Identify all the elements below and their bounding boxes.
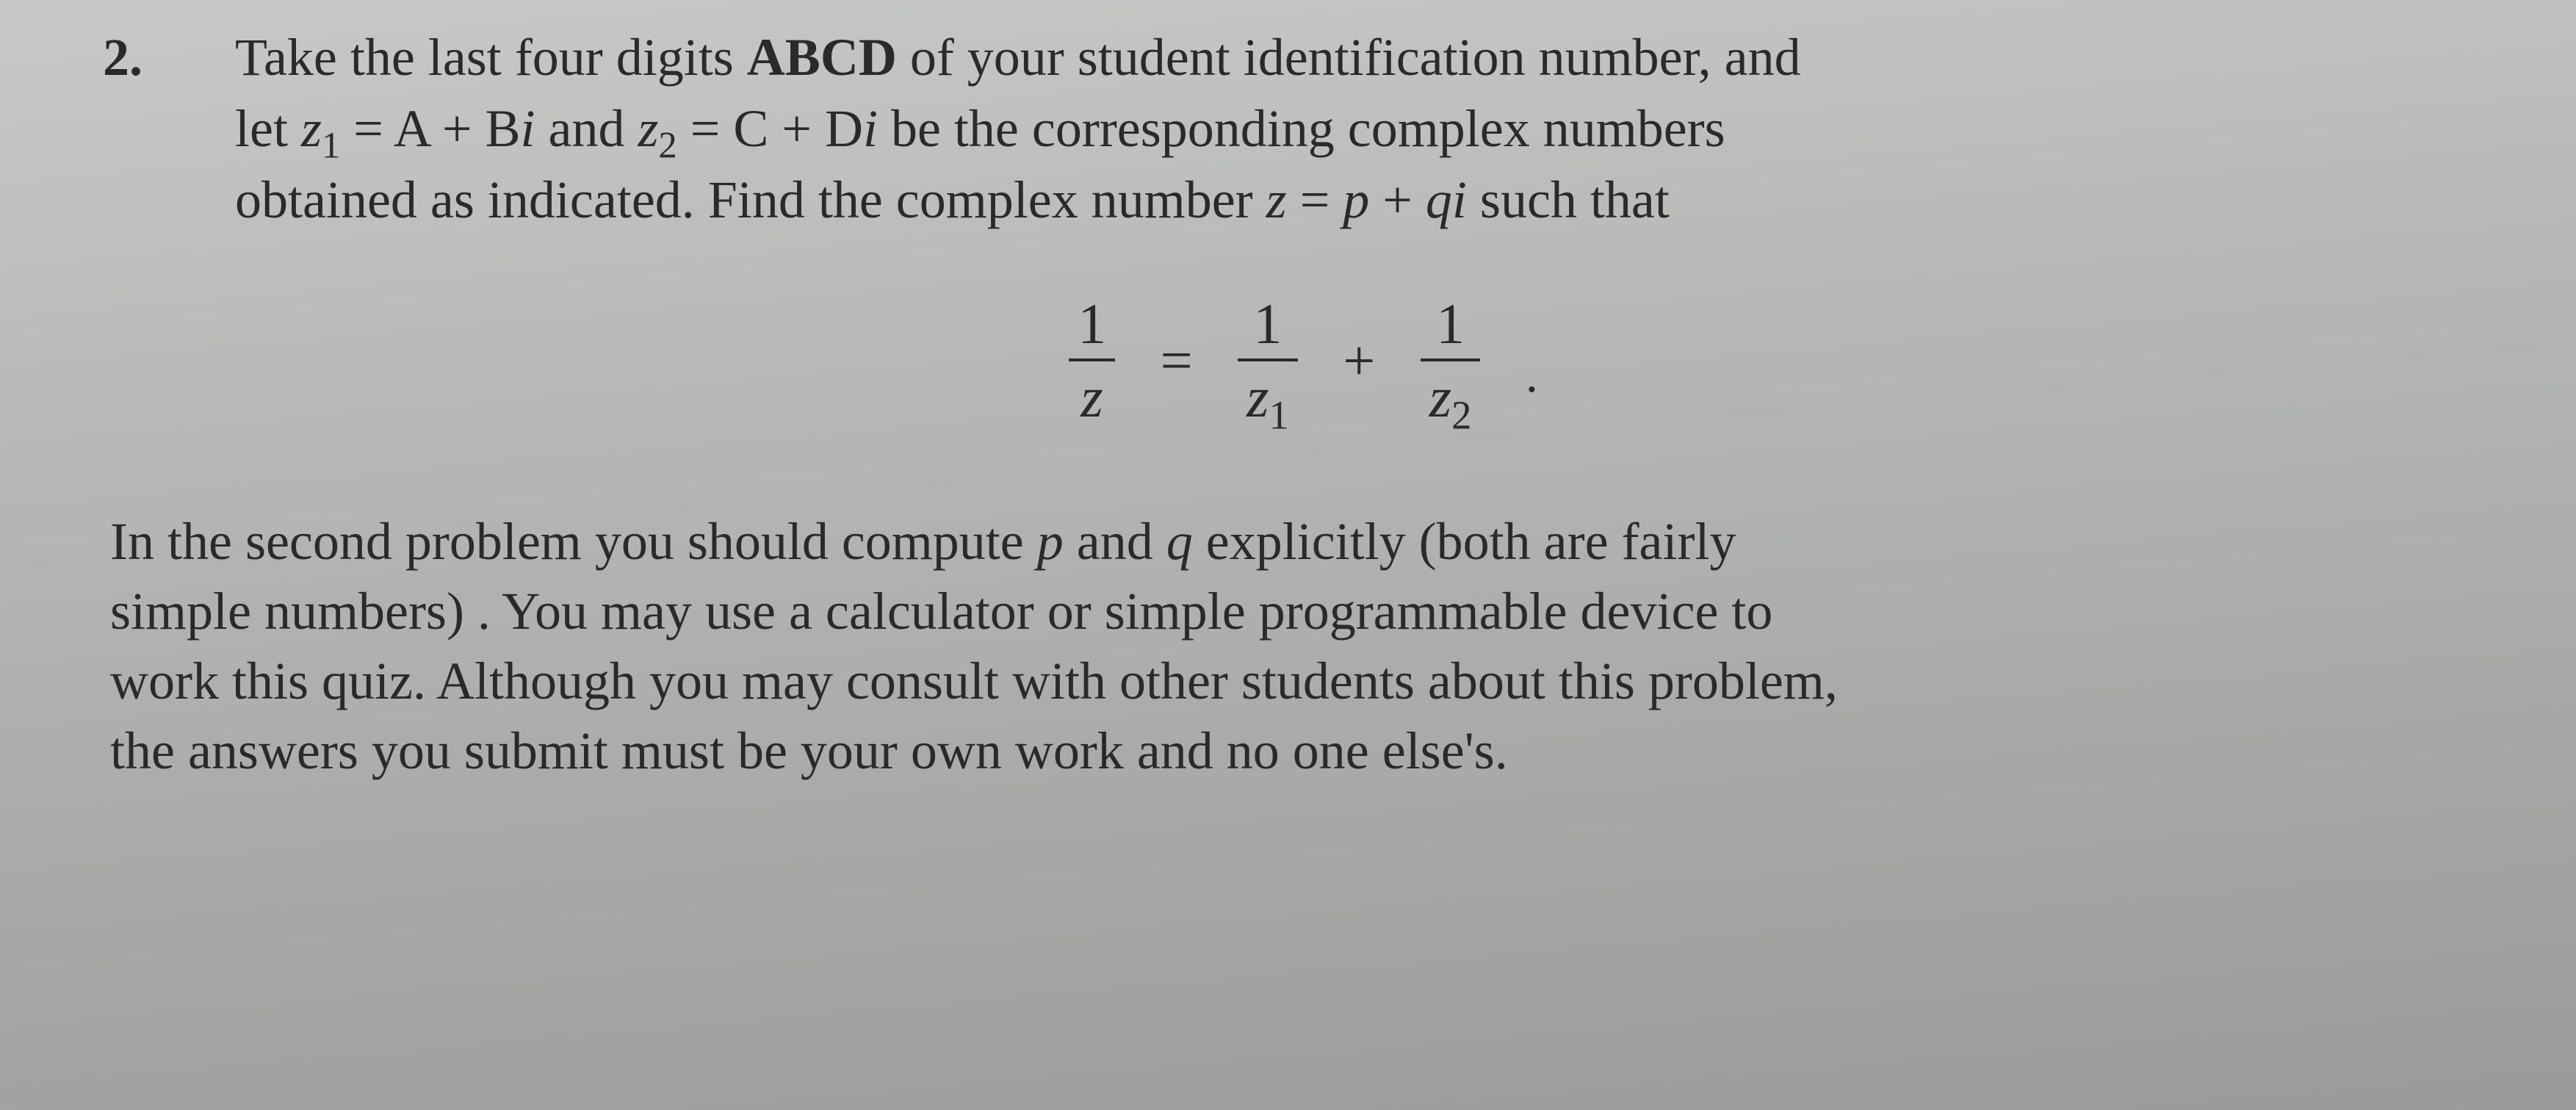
footer-line-2: simple numbers) . You may use a calculat… <box>110 577 2510 646</box>
text: explicitly (both are fairly <box>1193 512 1736 571</box>
var-p: p <box>1343 170 1369 229</box>
var-z2: z <box>638 99 658 158</box>
text-cd: C + D <box>733 99 863 158</box>
text: In the second problem you should compute <box>110 512 1037 571</box>
numerator: 1 <box>1069 295 1115 361</box>
text-and: and <box>535 99 638 158</box>
var-p: p <box>1037 512 1064 571</box>
var-i: i <box>1452 170 1467 229</box>
equals: = <box>1287 170 1343 229</box>
sub-1: 1 <box>322 125 340 166</box>
plus: + <box>1369 170 1426 229</box>
denominator: z <box>1069 361 1115 426</box>
sub-2: 2 <box>659 125 677 166</box>
var-i: i <box>863 99 878 158</box>
var-i: i <box>521 99 535 158</box>
footer-line-4: the answers you submit must be your own … <box>110 716 2510 786</box>
text: and <box>1064 512 1166 571</box>
text: such that <box>1467 170 1670 229</box>
text: of your student identification number, a… <box>897 28 1801 87</box>
problem-line-3: obtained as indicated. Find the complex … <box>88 165 2510 236</box>
text-ab: A + B <box>394 99 521 158</box>
text: Take the last four digits <box>235 28 747 87</box>
equals-sign: = <box>1161 322 1193 399</box>
problem-line-2: let z1 = A + Bi and z2 = C + Di be the c… <box>88 93 2510 165</box>
var-z: z <box>1429 365 1451 429</box>
footer-line-1: In the second problem you should compute… <box>110 507 2510 577</box>
fraction-1z1: 1 z1 <box>1238 295 1298 426</box>
plus-sign: + <box>1343 322 1375 399</box>
text: be the corresponding complex numbers <box>878 99 1725 158</box>
var-q: q <box>1166 512 1193 571</box>
fraction-1z2: 1 z2 <box>1421 295 1481 426</box>
equals: = <box>340 99 394 158</box>
var-z: z <box>1266 170 1287 229</box>
equals: = <box>677 99 734 158</box>
fraction-1z: 1 z <box>1069 295 1115 426</box>
var-z: z <box>1246 365 1269 429</box>
sub: 1 <box>1269 392 1288 437</box>
numerator: 1 <box>1238 295 1298 361</box>
var-z1: z <box>301 99 322 158</box>
var-q: q <box>1426 170 1452 229</box>
abcd-bold: ABCD <box>747 28 897 87</box>
problem-number: 2. <box>169 22 235 93</box>
text: let <box>235 99 301 158</box>
numerator: 1 <box>1421 295 1481 361</box>
text: obtained as indicated. Find the complex … <box>235 170 1266 229</box>
period: . <box>1526 342 1538 409</box>
sub: 2 <box>1451 392 1471 437</box>
problem-line-1: 2.Take the last four digits ABCD of your… <box>88 22 2510 93</box>
equation: 1 z = 1 z1 + 1 z2 . <box>88 237 2510 492</box>
problem-content: 2.Take the last four digits ABCD of your… <box>88 22 2510 786</box>
footer-line-3: work this quiz. Although you may consult… <box>110 646 2510 716</box>
problem-statement: 2.Take the last four digits ABCD of your… <box>88 22 2510 237</box>
denominator: z1 <box>1238 361 1298 426</box>
footer-instructions: In the second problem you should compute… <box>88 507 2510 786</box>
denominator: z2 <box>1421 361 1481 426</box>
